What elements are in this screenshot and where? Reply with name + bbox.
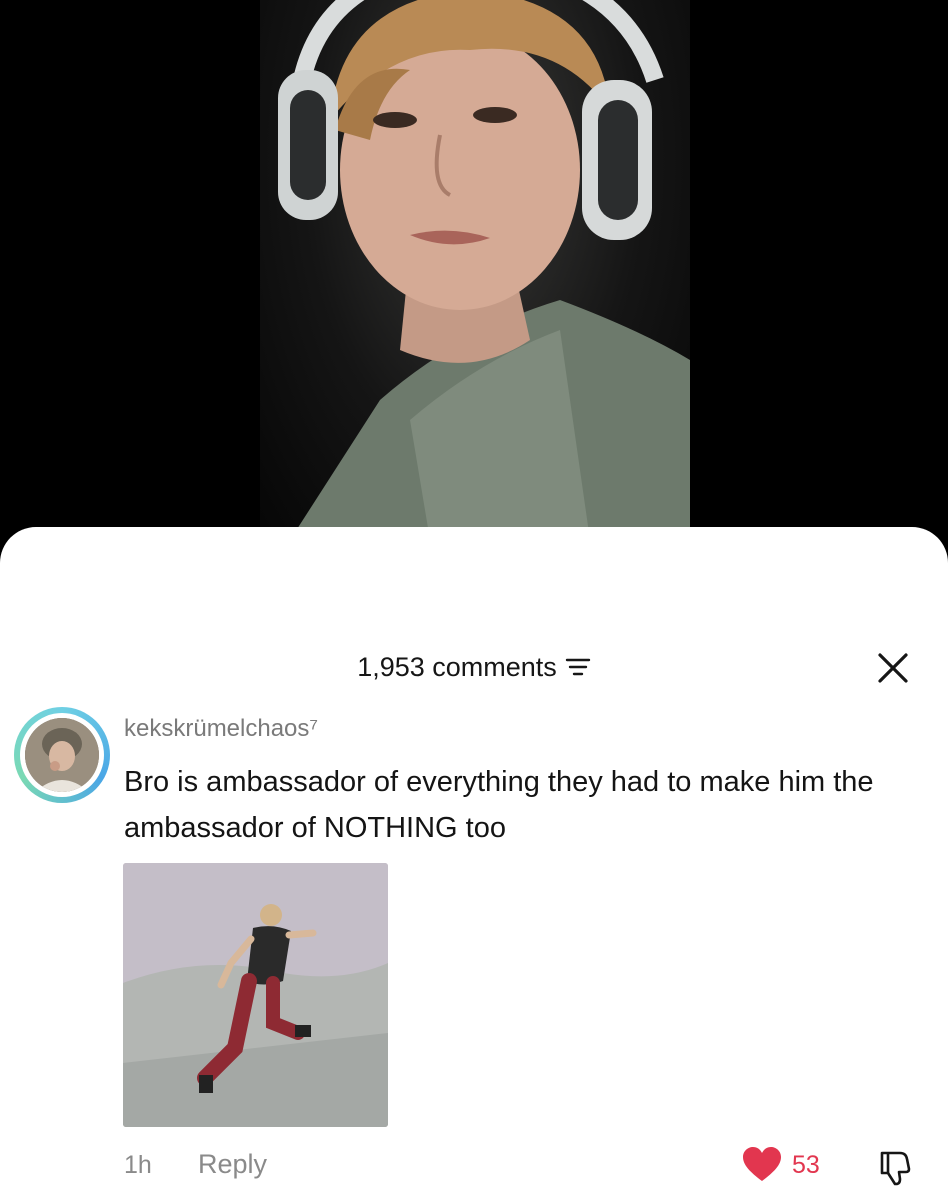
heart-icon	[743, 1147, 781, 1181]
comment-username[interactable]: kekskrümelchaos⁷	[124, 715, 318, 743]
avatar-border	[20, 713, 104, 797]
comment-time: 1h	[124, 1151, 152, 1179]
comment-count-wrapper: 1,953 comments	[0, 647, 948, 687]
comments-sheet: 1,953 comments kekskrümelchaos⁷ Bro is a…	[0, 527, 948, 1200]
avatar-image	[25, 718, 99, 792]
thumbs-down-icon[interactable]	[876, 1147, 916, 1187]
filter-icon[interactable]	[565, 656, 591, 678]
comments-header: 1,953 comments	[0, 647, 948, 687]
close-icon[interactable]	[876, 651, 910, 685]
comment-text: Bro is ambassador of everything they had…	[124, 766, 874, 844]
avatar[interactable]	[14, 707, 110, 803]
comment-count: 1,953 comments	[357, 652, 557, 682]
screen: 1,953 comments kekskrümelchaos⁷ Bro is a…	[0, 0, 948, 1200]
comment-attached-image[interactable]	[123, 863, 388, 1127]
like-count: 53	[792, 1150, 820, 1179]
video-frame	[260, 0, 690, 540]
video-player[interactable]	[0, 0, 948, 560]
reply-button[interactable]: Reply	[198, 1149, 267, 1180]
comment-sort-control[interactable]: 1,953 comments	[357, 647, 591, 687]
like-button[interactable]: 53	[742, 1147, 820, 1183]
comment-meta: 1h Reply 53	[0, 1147, 948, 1187]
video-still-image	[278, 0, 690, 540]
